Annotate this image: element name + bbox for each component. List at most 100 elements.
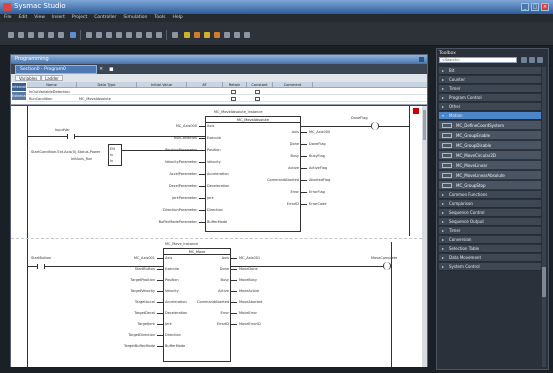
coil-icon[interactable] — [371, 122, 379, 130]
ladder-editor[interactable]: InputVar StartCondition.Ext.Axis(0).Stat… — [11, 106, 422, 367]
tab-add-icon[interactable]: ▪ — [109, 65, 117, 73]
toolbar-button-7[interactable] — [70, 32, 76, 38]
fb-argument[interactable]: PositionParameter — [165, 148, 197, 152]
tab-externals[interactable]: Externals — [12, 92, 28, 100]
toolbox-category[interactable]: ▸ Sequence Control — [439, 209, 541, 217]
input-argument[interactable]: StartCondition.Ext.Axis(0).Status.Power — [31, 150, 100, 154]
toolbox-item[interactable]: MC_GroupStop — [439, 181, 541, 190]
toolbar-button-8[interactable] — [86, 32, 92, 38]
toolbox-item[interactable]: MC_DefineCoordSystem — [439, 121, 541, 130]
fb-argument[interactable]: AccelParameter — [169, 172, 197, 176]
fb-argument[interactable]: MoveAborted — [239, 300, 262, 304]
toolbar-button-20[interactable] — [214, 32, 220, 38]
fb-argument[interactable]: TargetPosition — [131, 278, 155, 282]
contact-icon[interactable] — [67, 134, 75, 139]
toolbar-button-21[interactable] — [224, 32, 230, 38]
maximize-icon[interactable]: □ — [531, 3, 539, 11]
column-retain[interactable]: Retain — [223, 82, 247, 88]
toolbox-category[interactable]: ▸ Timer — [439, 85, 541, 93]
toolbar-button-2[interactable] — [18, 32, 24, 38]
retain-checkbox[interactable] — [231, 97, 236, 101]
toolbar-button-22[interactable] — [234, 32, 240, 38]
toolbar-button-5[interactable] — [48, 32, 54, 38]
fb-argument[interactable]: ErrorCode — [309, 202, 327, 206]
toolbar-button-3[interactable] — [28, 32, 34, 38]
toolbox-category[interactable]: ▸ Sequence Output — [439, 218, 541, 226]
fb-argument[interactable]: MoveBusy — [239, 278, 257, 282]
column-name[interactable]: Name — [27, 82, 77, 88]
menu-help[interactable]: Help — [172, 14, 182, 22]
toolbox-category[interactable]: ▸ Conversion — [439, 236, 541, 244]
toolbar-button-18[interactable] — [194, 32, 200, 38]
toolbar-button-16[interactable] — [172, 32, 178, 38]
column-data-type[interactable]: Data Type — [77, 82, 137, 88]
fb-argument[interactable]: DecelParameter — [169, 184, 197, 188]
menu-project[interactable]: Project — [72, 14, 87, 22]
input-argument[interactable]: InitAxis_Run — [71, 157, 92, 161]
contact-icon[interactable] — [37, 264, 45, 269]
menu-view[interactable]: View — [34, 14, 45, 22]
scroll-thumb[interactable] — [423, 110, 426, 140]
fb-argument[interactable]: MoveError — [239, 311, 257, 315]
retain-checkbox[interactable] — [231, 90, 236, 94]
menu-controller[interactable]: Controller — [94, 14, 116, 22]
column-initial-value[interactable]: Initial Value — [137, 82, 187, 88]
fb-argument[interactable]: JerkParameter — [172, 196, 197, 200]
table-row[interactable]: InOutVariableDetection — [27, 89, 427, 95]
fb-argument[interactable]: TargetJerk — [138, 322, 155, 326]
toolbox-category[interactable]: ▸ Bit — [439, 67, 541, 75]
fb-argument[interactable]: BufferModeParameter — [159, 220, 197, 224]
menu-insert[interactable]: Insert — [52, 14, 65, 22]
toolbar-button-19[interactable] — [204, 32, 210, 38]
menu-file[interactable]: File — [4, 14, 12, 22]
table-row[interactable]: RunCondition MC_MoveAbsolute — [27, 96, 427, 102]
fb-argument[interactable]: DoneFlag — [309, 142, 326, 146]
settings-icon[interactable] — [537, 57, 543, 63]
fb-argument[interactable]: TargetDirection — [128, 333, 155, 337]
fb-argument[interactable]: ActiveFlag — [309, 166, 327, 170]
toolbar-button-15[interactable] — [156, 32, 162, 38]
tab-section0-program0[interactable]: Section0 - Program0 — [15, 65, 97, 74]
ladder-scrollbar[interactable] — [422, 106, 427, 367]
subtab-ladder[interactable]: Ladder — [41, 75, 63, 81]
toolbox-category[interactable]: ▸ Comparison — [439, 200, 541, 208]
constant-checkbox[interactable] — [255, 97, 260, 101]
pane-close-icon[interactable] — [419, 57, 424, 62]
fb-argument[interactable]: TargetAccel — [135, 300, 155, 304]
toolbox-category[interactable]: ▸ Data Movement — [439, 254, 541, 262]
toolbox-category[interactable]: ▸ Timer — [439, 227, 541, 235]
toolbox-item[interactable]: MC_MoveLinearAbsolute — [439, 171, 541, 180]
fb-argument[interactable]: TargetBufferMode — [124, 344, 155, 348]
toolbar-button-4[interactable] — [38, 32, 44, 38]
toolbar-button-14[interactable] — [146, 32, 152, 38]
toolbox-category[interactable]: ▸ Other — [439, 103, 541, 111]
fb-argument[interactable]: MC_Axis001 — [239, 256, 260, 260]
toolbox-item[interactable]: MC_GroupDisable — [439, 141, 541, 150]
toolbar-button-12[interactable] — [126, 32, 132, 38]
fb-argument[interactable]: VelocityParameter — [165, 160, 197, 164]
fb-argument[interactable]: BusyFlag — [309, 154, 325, 158]
toolbox-category[interactable]: ▸ Selection Table — [439, 245, 541, 253]
fb-argument[interactable]: AbortedFlag — [309, 178, 330, 182]
toolbox-category[interactable]: ▸ Program Control — [439, 94, 541, 102]
toolbox-category[interactable]: ▾ Motion — [439, 112, 541, 120]
toolbar-button-1[interactable] — [8, 32, 14, 38]
fb-argument[interactable]: DirectionParameter — [163, 208, 197, 212]
fb-argument[interactable]: StartButton — [135, 267, 155, 271]
fb-instance-name[interactable]: MC_MoveAbsolute_instance — [214, 110, 262, 114]
toolbox-item[interactable]: MC_MoveCircular2D — [439, 151, 541, 160]
toolbox-item[interactable]: MC_MoveLinear — [439, 161, 541, 170]
toolbox-search-input[interactable]: <Search> — [439, 57, 517, 63]
fb-argument[interactable]: MC_Axis000 — [176, 124, 197, 128]
column-comment[interactable]: Comment — [273, 82, 313, 88]
fb-argument[interactable]: MoveDone — [239, 267, 258, 271]
tab-internals[interactable]: Internals — [12, 83, 27, 91]
fb-argument[interactable]: TargetVelocity — [130, 289, 155, 293]
fb-argument[interactable]: MoveActive — [239, 289, 259, 293]
close-icon[interactable]: × — [541, 3, 549, 11]
fb-argument[interactable]: MC_Axis000 — [309, 130, 330, 134]
column-constant[interactable]: Constant — [247, 82, 273, 88]
toolbar-button-17[interactable] — [184, 32, 190, 38]
fb-argument[interactable]: TargetDecel — [134, 311, 155, 315]
toolbar-button-10[interactable] — [106, 32, 112, 38]
